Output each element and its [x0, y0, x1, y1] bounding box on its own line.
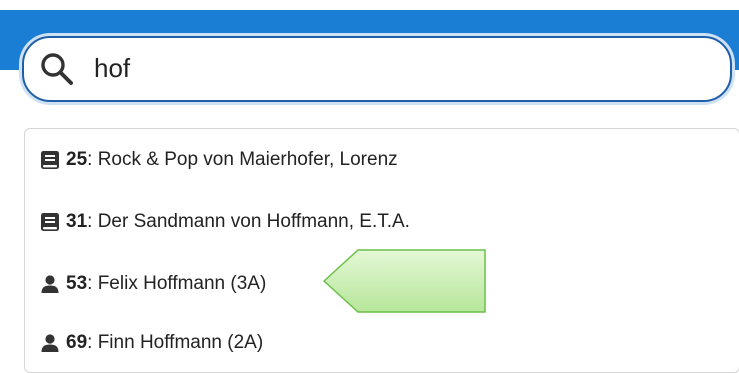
- result-number: 69: [66, 332, 88, 353]
- search-input[interactable]: [94, 48, 694, 88]
- result-text: : Finn Hoffmann (2A): [87, 332, 264, 353]
- top-strip: [0, 0, 739, 10]
- result-item-1[interactable]: 31: Der Sandmann von Hoffmann, E.T.A.: [40, 207, 410, 237]
- result-number: 25: [66, 149, 88, 170]
- result-text: : Rock & Pop von Maierhofer, Lorenz: [87, 149, 398, 170]
- result-item-0[interactable]: 25: Rock & Pop von Maierhofer, Lorenz: [40, 145, 398, 175]
- result-text: : Der Sandmann von Hoffmann, E.T.A.: [87, 211, 410, 232]
- arrow-callout: [322, 249, 486, 313]
- book-icon: [41, 151, 59, 169]
- person-icon: [41, 334, 59, 352]
- person-icon: [41, 275, 59, 293]
- result-text: : Felix Hoffmann (3A): [87, 273, 267, 294]
- book-icon: [41, 213, 59, 231]
- result-item-2[interactable]: 53: Felix Hoffmann (3A): [40, 269, 266, 299]
- search-box[interactable]: [22, 36, 732, 102]
- search-icon: [41, 53, 73, 85]
- result-item-3[interactable]: 69: Finn Hoffmann (2A): [40, 328, 263, 358]
- result-number: 31: [66, 211, 88, 232]
- result-number: 53: [66, 273, 88, 294]
